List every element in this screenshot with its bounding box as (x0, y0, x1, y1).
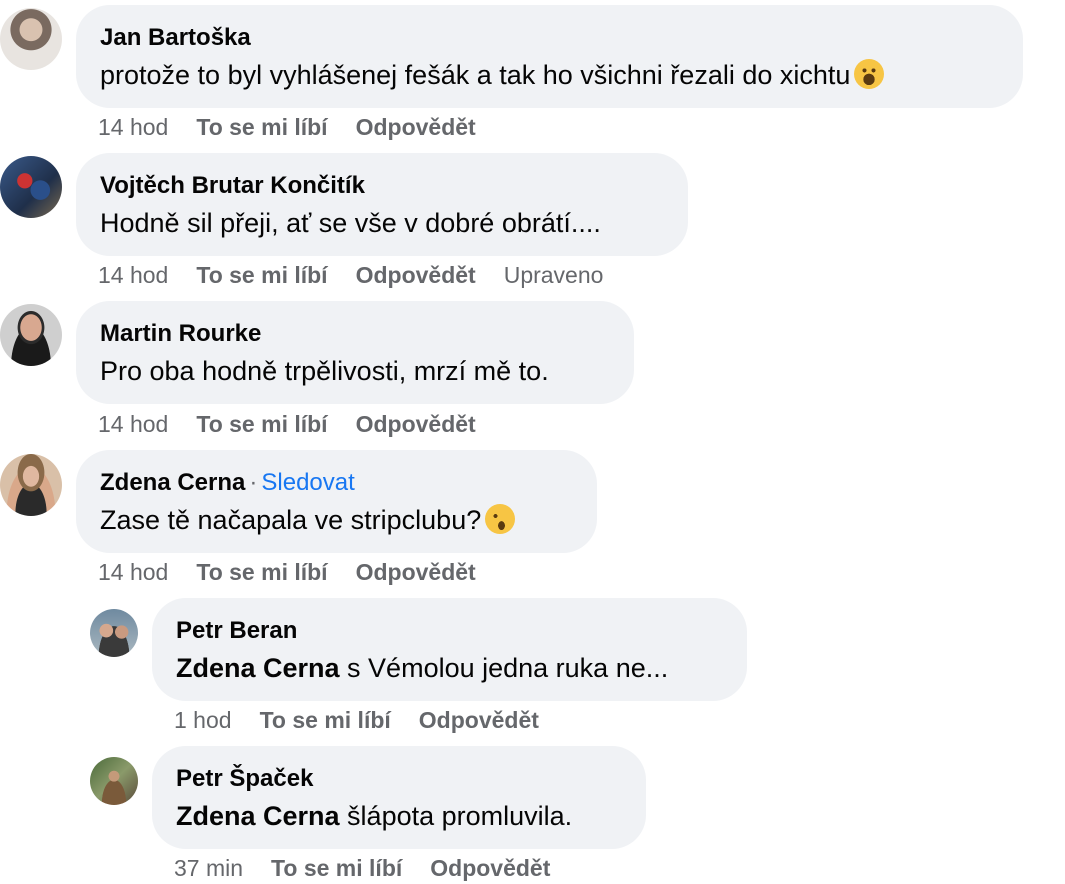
reply-button[interactable]: Odpovědět (430, 855, 550, 881)
avatar[interactable] (90, 609, 138, 657)
comment-meta: 14 hod To se mi líbí Odpovědět (98, 409, 504, 439)
comment-text: protože to byl vyhlášenej fešák a tak ho… (100, 57, 999, 93)
like-button[interactable]: To se mi líbí (196, 559, 327, 585)
comment-author[interactable]: Vojtěch Brutar Končitík (100, 171, 664, 201)
comment-meta: 37 min To se mi líbí Odpovědět (174, 853, 578, 883)
avatar[interactable] (0, 454, 62, 516)
comment-text: Pro oba hodně trpělivosti, mrzí mě to. (100, 356, 549, 386)
avatar[interactable] (0, 156, 62, 218)
comment-author-row: Zdena Cerna · Sledovat (100, 468, 573, 498)
like-button[interactable]: To se mi líbí (260, 707, 391, 733)
comment-bubble: Petr Špaček Zdena Cerna šlápota promluvi… (152, 746, 646, 849)
avatar[interactable] (0, 304, 62, 366)
like-button[interactable]: To se mi líbí (271, 855, 402, 881)
comment-bubble: Petr Beran Zdena Cerna s Vémolou jedna r… (152, 598, 747, 701)
comment-meta: 1 hod To se mi líbí Odpovědět (174, 705, 567, 735)
comment-time[interactable]: 14 hod (98, 411, 168, 437)
edited-label: Upraveno (503, 262, 604, 288)
comment-bubble: Vojtěch Brutar Končitík Hodně sil přeji,… (76, 153, 688, 256)
avatar[interactable] (90, 757, 138, 805)
comment-time[interactable]: 14 hod (98, 114, 168, 140)
comment-time[interactable]: 1 hod (174, 707, 232, 733)
comment-bubble: Martin Rourke Pro oba hodně trpělivosti,… (76, 301, 634, 404)
like-button[interactable]: To se mi líbí (196, 114, 327, 140)
comment-time[interactable]: 37 min (174, 855, 243, 881)
reply-button[interactable]: Odpovědět (356, 114, 476, 140)
comment-text: Zase tě načapala ve stripclubu? (100, 502, 573, 538)
reply-button[interactable]: Odpovědět (356, 411, 476, 437)
separator-dot: · (249, 469, 258, 496)
comment-author[interactable]: Martin Rourke (100, 319, 610, 349)
comment-bubble: Jan Bartoška protože to byl vyhlášenej f… (76, 5, 1023, 108)
avatar[interactable] (0, 8, 62, 70)
reply-button[interactable]: Odpovědět (356, 559, 476, 585)
comment-bubble: Zdena Cerna · Sledovat Zase tě načapala ve… (76, 450, 597, 553)
mention-link[interactable]: Zdena Cerna (176, 653, 340, 683)
comment-text: Zdena Cerna s Vémolou jedna ruka ne... (176, 650, 723, 686)
like-button[interactable]: To se mi líbí (196, 262, 327, 288)
comment-meta: 14 hod To se mi líbí Odpovědět Upraveno (98, 260, 631, 290)
comment-author[interactable]: Petr Beran (176, 616, 723, 646)
comment-meta: 14 hod To se mi líbí Odpovědět (98, 557, 504, 587)
comment-author[interactable]: Zdena Cerna (100, 469, 245, 496)
mention-link[interactable]: Zdena Cerna (176, 801, 340, 831)
comment-meta: 14 hod To se mi líbí Odpovědět (98, 112, 504, 142)
like-button[interactable]: To se mi líbí (196, 411, 327, 437)
comment-body: protože to byl vyhlášenej fešák a tak ho… (100, 60, 851, 90)
grinning-face-emoji (854, 59, 885, 89)
reply-button[interactable]: Odpovědět (356, 262, 476, 288)
comment-body: s Vémolou jedna ruka ne... (339, 653, 669, 683)
comment-text: Hodně sil přeji, ať se vše v dobré obrát… (100, 208, 601, 238)
comment-time[interactable]: 14 hod (98, 262, 168, 288)
comment-thread: Jan Bartoška protože to byl vyhlášenej f… (0, 0, 1065, 884)
comment-time[interactable]: 14 hod (98, 559, 168, 585)
reply-button[interactable]: Odpovědět (419, 707, 539, 733)
winking-face-emoji (485, 504, 516, 534)
comment-author[interactable]: Petr Špaček (176, 764, 622, 794)
comment-body: Zase tě načapala ve stripclubu? (100, 505, 482, 535)
follow-button[interactable]: Sledovat (261, 469, 354, 496)
comment-body: šlápota promluvila. (339, 801, 573, 831)
comment-author[interactable]: Jan Bartoška (100, 23, 999, 53)
comment-text: Zdena Cerna šlápota promluvila. (176, 798, 622, 834)
